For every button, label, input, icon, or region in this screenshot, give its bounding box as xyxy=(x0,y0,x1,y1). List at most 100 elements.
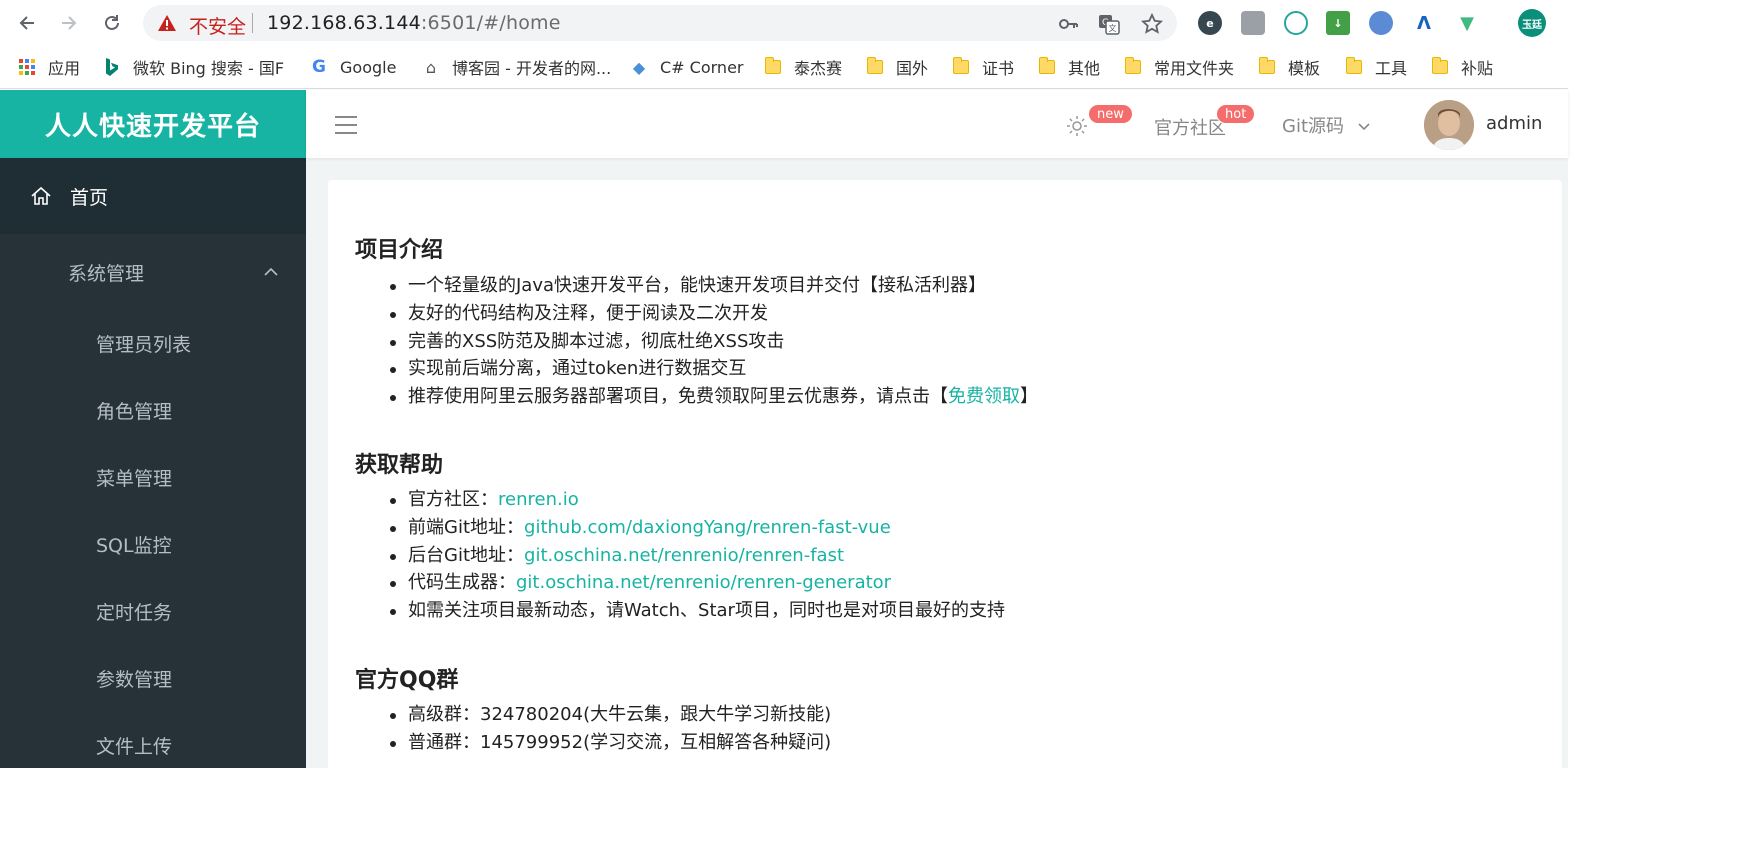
folder-icon xyxy=(1039,57,1055,74)
app-root: 人人快速开发平台 首页 系统管理 管理员列表 角色管理 菜单管理 SQL监控 定… xyxy=(0,90,1568,780)
section-title: 官方QQ群 xyxy=(355,668,459,693)
section-title: 获取帮助 xyxy=(355,453,444,478)
list-item-label: 代码生成器： xyxy=(408,572,516,594)
forward-button[interactable] xyxy=(56,10,82,36)
sidebar-item-label: 定时任务 xyxy=(96,601,173,624)
frontend-git-link[interactable]: github.com/daxiongYang/renren-fast-vue xyxy=(524,517,891,538)
backend-git-link[interactable]: git.oschina.net/renrenio/renren-fast xyxy=(524,545,844,566)
reload-icon xyxy=(105,15,119,30)
menu-toggle-icon[interactable] xyxy=(335,116,357,134)
back-button[interactable] xyxy=(14,10,40,36)
sidebar-item-file-upload[interactable]: 文件上传 xyxy=(0,712,306,778)
list-item: 完善的XSS防范及脚本过滤，彻底杜绝XSS攻击 xyxy=(390,328,1038,356)
extension-e-icon[interactable]: e xyxy=(1198,11,1222,35)
sidebar-item-home[interactable]: 首页 xyxy=(0,158,306,234)
free-coupon-link[interactable]: 免费领取 xyxy=(948,386,1020,407)
extension-window-icon[interactable] xyxy=(1241,11,1265,35)
sidebar-item-label: 角色管理 xyxy=(96,400,173,423)
list-item: 如需关注项目最新动态，请Watch、Star项目，同时也是对项目最好的支持 xyxy=(390,597,1005,625)
bookmark-google[interactable]: G Google xyxy=(310,56,396,78)
username[interactable]: admin xyxy=(1486,113,1542,134)
hot-badge: hot xyxy=(1216,104,1256,124)
key-icon[interactable] xyxy=(1057,13,1079,35)
home-icon xyxy=(31,186,51,205)
extension-circle-icon[interactable] xyxy=(1369,11,1393,35)
list-item: 推荐使用阿里云服务器部署项目，免费领取阿里云优惠券，请点击【免费领取】 xyxy=(390,383,1038,411)
sidebar-item-label: 首页 xyxy=(70,186,109,209)
bookmark-folder-taijiesai[interactable]: 泰杰赛 xyxy=(764,56,842,78)
top-navbar: new 官方社区 hot Git源码 admin xyxy=(306,90,1568,158)
reload-button[interactable] xyxy=(99,10,125,36)
main-content: 项目介绍 一个轻量级的Java快速开发平台，能快速开发项目并交付【接私活利器】 … xyxy=(328,180,1562,780)
bookmark-folder-butie[interactable]: 补贴 xyxy=(1431,56,1493,78)
list-item: 代码生成器：git.oschina.net/renrenio/renren-ge… xyxy=(390,569,1005,597)
bookmark-folder-zhengshu[interactable]: 证书 xyxy=(952,56,1014,78)
csharp-corner-icon: ◆ xyxy=(632,57,646,77)
bookmark-bing[interactable]: 微软 Bing 搜索 - 国F xyxy=(103,56,284,78)
bookmark-folder-guowai[interactable]: 国外 xyxy=(866,56,928,78)
translate-icon[interactable]: G文 xyxy=(1098,13,1120,35)
folder-icon xyxy=(1432,57,1448,74)
list-item-label: 后台Git地址： xyxy=(408,544,525,566)
chevron-up-icon xyxy=(264,267,278,276)
list-item: 一个轻量级的Java快速开发平台，能快速开发项目并交付【接私活利器】 xyxy=(390,272,1038,300)
extension-lambda-icon[interactable]: Λ xyxy=(1412,11,1436,35)
bookmark-label: 应用 xyxy=(48,59,81,78)
extension-vue-icon[interactable]: ▼ xyxy=(1455,11,1479,35)
section-title: 项目介绍 xyxy=(355,238,444,263)
sidebar-item-sql-monitor[interactable]: SQL监控 xyxy=(0,511,306,577)
sidebar-item-admin-list[interactable]: 管理员列表 xyxy=(0,310,306,376)
sidebar-item-params[interactable]: 参数管理 xyxy=(0,645,306,711)
folder-icon xyxy=(1259,57,1275,74)
help-list: 官方社区：renren.io 前端Git地址：github.com/daxion… xyxy=(390,486,1005,625)
sidebar-item-scheduled-tasks[interactable]: 定时任务 xyxy=(0,578,306,644)
bookmark-label: 补贴 xyxy=(1461,59,1494,78)
profile-avatar[interactable]: 玉廷 xyxy=(1518,9,1546,37)
url-text[interactable]: 192.168.63.144:6501/#/home xyxy=(267,12,561,34)
bookmark-label: 微软 Bing 搜索 - 国F xyxy=(133,59,285,78)
bookmark-apps[interactable]: 应用 xyxy=(18,56,80,78)
bookmark-folder-changyong[interactable]: 常用文件夹 xyxy=(1124,56,1234,78)
bookmark-label: 其他 xyxy=(1068,59,1101,78)
list-item: 官方社区：renren.io xyxy=(390,486,1005,514)
bookmark-csharp-corner[interactable]: ◆ C# Corner xyxy=(630,56,744,78)
avatar[interactable] xyxy=(1424,100,1474,150)
generator-git-link[interactable]: git.oschina.net/renrenio/renren-generato… xyxy=(516,572,891,593)
folder-icon xyxy=(867,57,883,74)
sidebar-item-label: SQL监控 xyxy=(96,534,172,557)
list-item-text: 】 xyxy=(1020,386,1038,408)
bookmark-label: 泰杰赛 xyxy=(794,59,843,78)
folder-icon xyxy=(765,57,781,74)
sidebar-item-menus[interactable]: 菜单管理 xyxy=(0,444,306,510)
bookmark-folder-qita[interactable]: 其他 xyxy=(1038,56,1100,78)
bookmark-folder-gongju[interactable]: 工具 xyxy=(1345,56,1407,78)
bookmark-folder-muban[interactable]: 模板 xyxy=(1258,56,1320,78)
star-icon[interactable] xyxy=(1141,13,1163,35)
bookmark-label: Google xyxy=(340,57,397,77)
bookmarks-bar: 应用 微软 Bing 搜索 - 国F G Google ⌂ 博客园 - 开发者的… xyxy=(0,46,1568,89)
list-item: 友好的代码结构及注释，便于阅读及二次开发 xyxy=(390,300,1038,328)
git-source-label: Git源码 xyxy=(1282,116,1345,137)
not-secure-label[interactable]: 不安全 xyxy=(189,12,246,39)
list-item-label: 官方社区： xyxy=(408,489,498,510)
bookmark-label: 博客园 - 开发者的网... xyxy=(452,59,612,78)
sidebar-group-system[interactable]: 系统管理 xyxy=(0,234,306,310)
sidebar-item-label: 参数管理 xyxy=(96,668,173,691)
brand-logo[interactable]: 人人快速开发平台 xyxy=(0,90,306,158)
arrow-right-icon xyxy=(62,16,77,30)
gear-icon[interactable] xyxy=(1066,115,1088,137)
url-host: 192.168.63.144 xyxy=(267,12,421,34)
git-source-dropdown[interactable]: Git源码 xyxy=(1282,112,1370,138)
warning-icon xyxy=(158,15,176,31)
community-link[interactable]: 官方社区 xyxy=(1154,114,1226,140)
community-url-link[interactable]: renren.io xyxy=(498,489,579,510)
sidebar-item-roles[interactable]: 角色管理 xyxy=(0,377,306,443)
list-item-text: 推荐使用阿里云服务器部署项目，免费领取阿里云优惠券，请点击【 xyxy=(408,386,948,408)
address-bar[interactable]: 不安全 192.168.63.144:6501/#/home G文 xyxy=(143,5,1177,41)
list-item: 后台Git地址：git.oschina.net/renrenio/renren-… xyxy=(390,542,1005,570)
bookmark-cnblogs[interactable]: ⌂ 博客园 - 开发者的网... xyxy=(422,56,612,79)
list-item-label: 前端Git地址： xyxy=(408,516,525,538)
extension-swirl-icon[interactable] xyxy=(1284,11,1308,35)
new-badge: new xyxy=(1088,104,1133,124)
extension-download-icon[interactable]: ↓ xyxy=(1326,11,1350,35)
